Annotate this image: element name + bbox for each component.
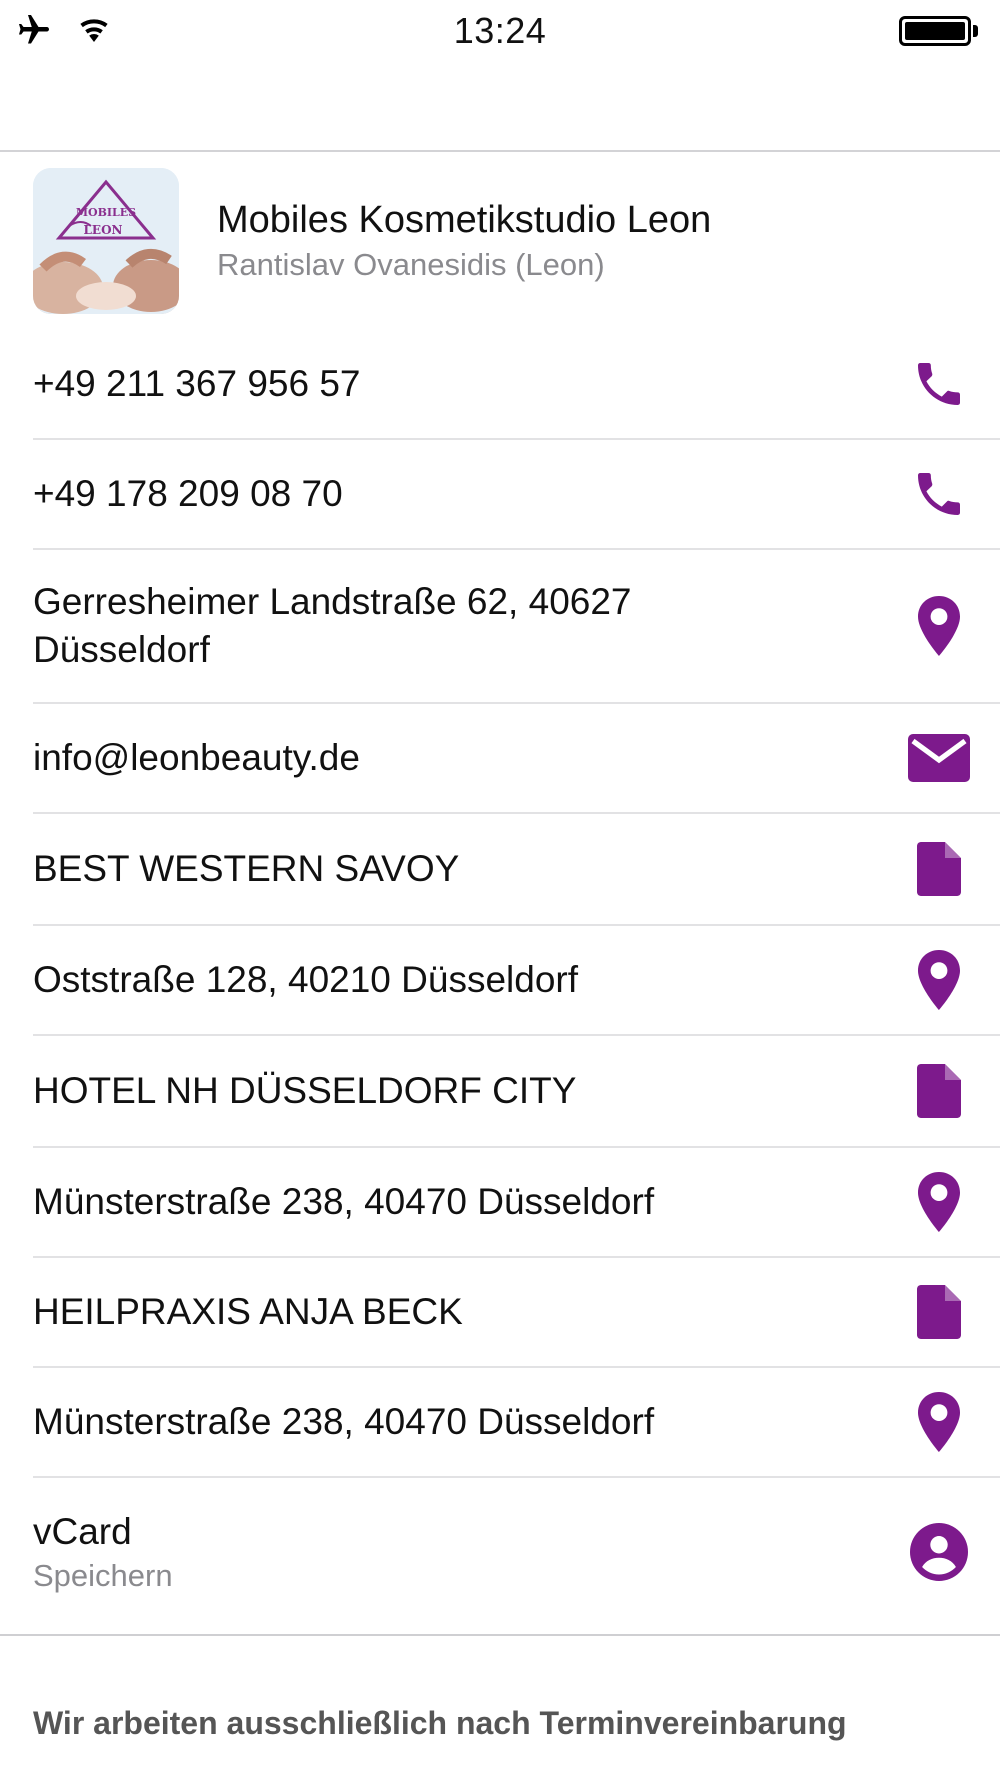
- link-text: HEILPRAXIS ANJA BECK: [33, 1291, 463, 1332]
- link-row-3[interactable]: HEILPRAXIS ANJA BECK: [33, 1258, 1000, 1368]
- footer-note: Wir arbeiten ausschließlich nach Terminv…: [33, 1705, 847, 1741]
- document-icon[interactable]: [908, 1281, 970, 1343]
- link-text: HOTEL NH DÜSSELDORF CITY: [33, 1070, 577, 1111]
- vcard-title: vCard: [33, 1511, 132, 1552]
- email-row[interactable]: info@leonbeauty.de: [33, 704, 1000, 814]
- address-row-3[interactable]: Münsterstraße 238, 40470 Düsseldorf: [33, 1148, 1000, 1258]
- email-text: info@leonbeauty.de: [33, 737, 360, 778]
- business-logo: MOBILES LEON: [33, 168, 179, 314]
- header-text: Mobiles Kosmetikstudio Leon Rantislav Ov…: [217, 196, 711, 286]
- phone-icon[interactable]: [908, 353, 970, 415]
- address-text: Münsterstraße 238, 40470 Düsseldorf: [33, 1181, 655, 1222]
- address-row-2[interactable]: Oststraße 128, 40210 Düsseldorf: [33, 926, 1000, 1036]
- status-time: 13:24: [453, 10, 547, 51]
- address-text: Oststraße 128, 40210 Düsseldorf: [33, 959, 579, 1000]
- address-row-4[interactable]: Münsterstraße 238, 40470 Düsseldorf: [33, 1368, 1000, 1478]
- owner-name: Rantislav Ovanesidis (Leon): [217, 247, 605, 282]
- address-text: Gerresheimer Landstraße 62, 40627 Düssel…: [33, 581, 632, 670]
- address-text: Münsterstraße 238, 40470 Düsseldorf: [33, 1401, 655, 1442]
- phone-row-2[interactable]: +49 178 209 08 70: [33, 440, 1000, 550]
- phone-number: +49 211 367 956 57: [33, 363, 361, 404]
- map-pin-icon[interactable]: [908, 1171, 970, 1233]
- link-row-2[interactable]: HOTEL NH DÜSSELDORF CITY: [33, 1036, 1000, 1148]
- phone-number: +49 178 209 08 70: [33, 473, 343, 514]
- link-row-1[interactable]: BEST WESTERN SAVOY: [33, 814, 1000, 926]
- header-divider: [0, 150, 1000, 152]
- svg-text:MOBILES: MOBILES: [76, 206, 136, 219]
- status-bar: 13:24: [0, 0, 1000, 66]
- list-bottom-divider: [0, 1634, 1000, 1636]
- address-row-1[interactable]: Gerresheimer Landstraße 62, 40627 Düssel…: [33, 550, 1000, 704]
- map-pin-icon[interactable]: [908, 949, 970, 1011]
- business-header: MOBILES LEON Mobiles Kosmetikstudio Leon…: [33, 168, 967, 314]
- map-pin-icon[interactable]: [908, 595, 970, 657]
- map-pin-icon[interactable]: [908, 1391, 970, 1453]
- battery-icon: [899, 16, 978, 46]
- person-circle-icon[interactable]: [908, 1521, 970, 1583]
- contact-list: +49 211 367 956 57 +49 178 209 08 70 Ger…: [0, 330, 1000, 1626]
- business-name: Mobiles Kosmetikstudio Leon: [217, 199, 712, 241]
- vcard-row[interactable]: vCard Speichern: [33, 1478, 1000, 1626]
- vcard-text: vCard Speichern: [33, 1508, 793, 1596]
- mail-icon[interactable]: [908, 727, 970, 789]
- phone-icon[interactable]: [908, 463, 970, 525]
- document-icon[interactable]: [908, 1060, 970, 1122]
- document-icon[interactable]: [908, 838, 970, 900]
- nav-bar: [0, 66, 1000, 150]
- phone-row-1[interactable]: +49 211 367 956 57: [33, 330, 1000, 440]
- vcard-subtitle: Speichern: [33, 1558, 173, 1593]
- link-text: BEST WESTERN SAVOY: [33, 848, 460, 889]
